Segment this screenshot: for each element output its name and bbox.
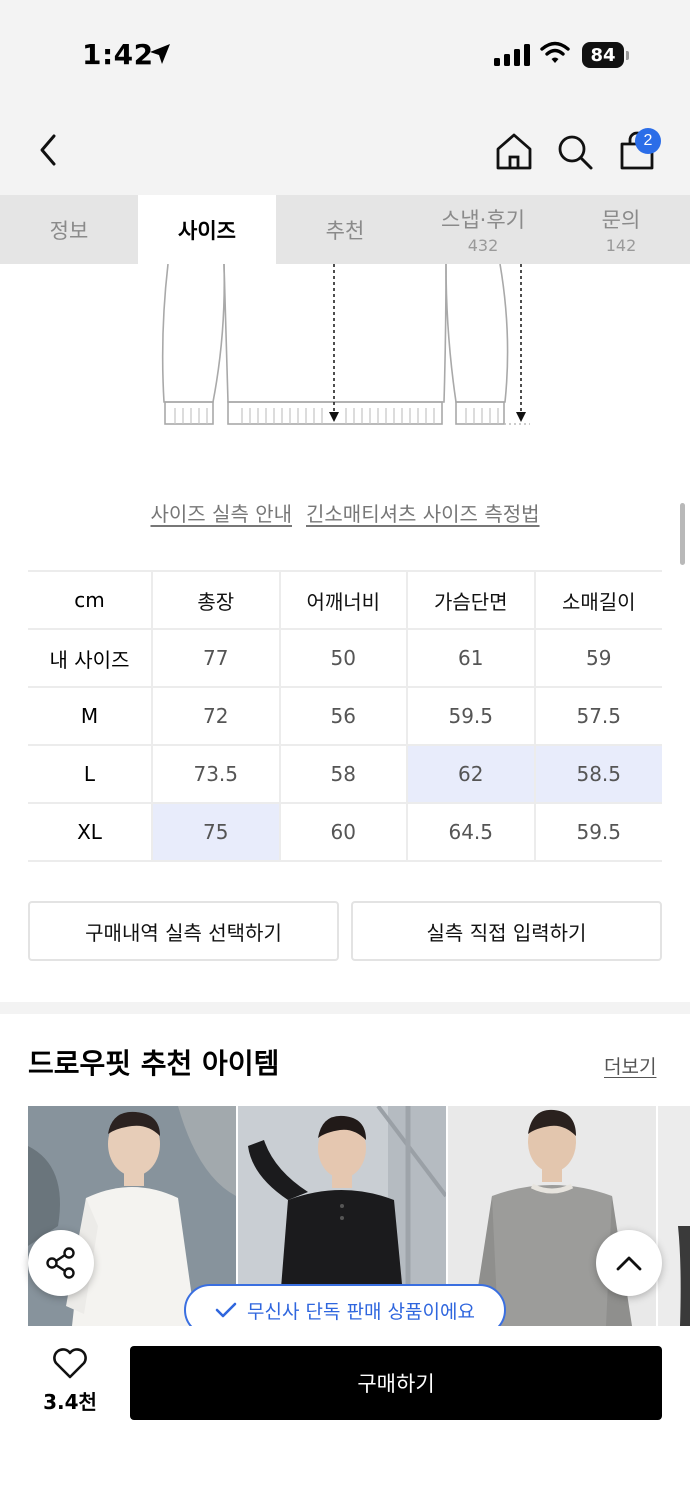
product-card[interactable] xyxy=(658,1106,690,1326)
size-actions: 구매내역 실측 선택하기 실측 직접 입력하기 xyxy=(28,901,662,961)
location-arrow-icon xyxy=(150,44,170,64)
tab-size[interactable]: 사이즈 xyxy=(138,195,276,264)
table-cell: 64.5 xyxy=(406,803,535,862)
size-guide-links: 사이즈 실측 안내 긴소매티셔츠 사이즈 측정법 xyxy=(0,498,690,527)
measure-method-link[interactable]: 긴소매티셔츠 사이즈 측정법 xyxy=(306,498,540,527)
size-guide-link[interactable]: 사이즈 실측 안내 xyxy=(150,498,292,527)
table-cell-highlighted: 58.5 xyxy=(533,745,662,804)
row-label: L xyxy=(28,745,152,804)
share-icon xyxy=(46,1247,75,1279)
status-bar: 1:42 84 xyxy=(0,0,690,105)
table-cell: 77 xyxy=(151,629,280,688)
tab-qna[interactable]: 문의 142 xyxy=(552,195,690,264)
tab-label: 추천 xyxy=(325,218,365,243)
recommend-title: 드로우핏 추천 아이템 xyxy=(28,1047,280,1080)
select-purchase-size-button[interactable]: 구매내역 실측 선택하기 xyxy=(28,901,339,961)
column-header: 어깨너비 xyxy=(278,570,407,630)
table-row: XL 75 60 64.5 59.5 xyxy=(28,803,662,862)
exclusive-text: 무신사 단독 판매 상품이에요 xyxy=(247,1300,475,1323)
table-cell: 58 xyxy=(278,745,407,804)
table-row: M 72 56 59.5 57.5 xyxy=(28,687,662,746)
table-cell: 59 xyxy=(533,629,662,688)
table-row: 내 사이즈 77 50 61 59 xyxy=(28,629,662,688)
size-table: cm 총장 어깨너비 가슴단면 소매길이 내 사이즈 77 50 61 59 M… xyxy=(28,570,662,862)
wifi-icon xyxy=(540,41,570,63)
table-row: L 73.5 58 62 58.5 xyxy=(28,745,662,804)
table-cell-highlighted: 75 xyxy=(151,803,280,862)
product-tabs: 정보 사이즈 추천 스냅·후기 432 문의 142 xyxy=(0,195,690,264)
size-measurement-diagram xyxy=(161,264,530,425)
tab-recommend[interactable]: 추천 xyxy=(276,195,414,264)
top-nav: 2 xyxy=(0,105,690,195)
tab-info[interactable]: 정보 xyxy=(0,195,138,264)
row-label: XL xyxy=(28,803,152,862)
row-label: M xyxy=(28,687,152,746)
status-time: 1:42 xyxy=(82,38,154,71)
row-label: 내 사이즈 xyxy=(28,629,152,688)
cellular-signal-icon xyxy=(494,44,530,66)
tab-label: 문의 xyxy=(601,208,641,232)
battery-tip xyxy=(626,51,629,60)
table-cell: 61 xyxy=(406,629,535,688)
tab-count: 142 xyxy=(605,236,637,255)
share-button[interactable] xyxy=(28,1230,94,1296)
battery-icon: 84 xyxy=(582,42,624,68)
heart-icon xyxy=(53,1348,87,1379)
table-cell-highlighted: 62 xyxy=(406,745,535,804)
tab-label: 스냅·후기 xyxy=(441,208,525,232)
search-icon[interactable] xyxy=(556,133,594,171)
table-cell: 50 xyxy=(278,629,407,688)
like-button[interactable]: 3.4천 xyxy=(30,1348,110,1415)
tab-count: 432 xyxy=(467,236,499,255)
chevron-up-icon xyxy=(616,1256,642,1271)
section-divider xyxy=(0,1002,690,1014)
table-cell: 59.5 xyxy=(406,687,535,746)
bottom-purchase-bar: 3.4천 구매하기 xyxy=(0,1326,690,1500)
more-link[interactable]: 더보기 xyxy=(604,1052,656,1079)
table-cell: 56 xyxy=(278,687,407,746)
cart-count-badge: 2 xyxy=(635,128,661,154)
table-cell: 57.5 xyxy=(533,687,662,746)
table-cell: 59.5 xyxy=(533,803,662,862)
unit-header: cm xyxy=(28,570,152,630)
table-header-row: cm 총장 어깨너비 가슴단면 소매길이 xyxy=(28,570,662,630)
like-count: 3.4천 xyxy=(43,1390,97,1414)
back-arrow-icon[interactable] xyxy=(34,133,64,167)
tab-label: 사이즈 xyxy=(178,218,236,243)
column-header: 소매길이 xyxy=(533,570,662,630)
table-cell: 72 xyxy=(151,687,280,746)
direct-input-size-button[interactable]: 실측 직접 입력하기 xyxy=(351,901,662,961)
scroll-to-top-button[interactable] xyxy=(596,1230,662,1296)
table-cell: 60 xyxy=(278,803,407,862)
check-icon xyxy=(215,1302,237,1318)
tab-label: 정보 xyxy=(49,218,89,243)
product-image xyxy=(658,1106,690,1326)
table-cell: 73.5 xyxy=(151,745,280,804)
column-header: 총장 xyxy=(151,570,280,630)
column-header: 가슴단면 xyxy=(406,570,535,630)
home-icon[interactable] xyxy=(494,131,534,171)
tab-snap-review[interactable]: 스냅·후기 432 xyxy=(414,195,552,264)
buy-button[interactable]: 구매하기 xyxy=(130,1346,662,1420)
